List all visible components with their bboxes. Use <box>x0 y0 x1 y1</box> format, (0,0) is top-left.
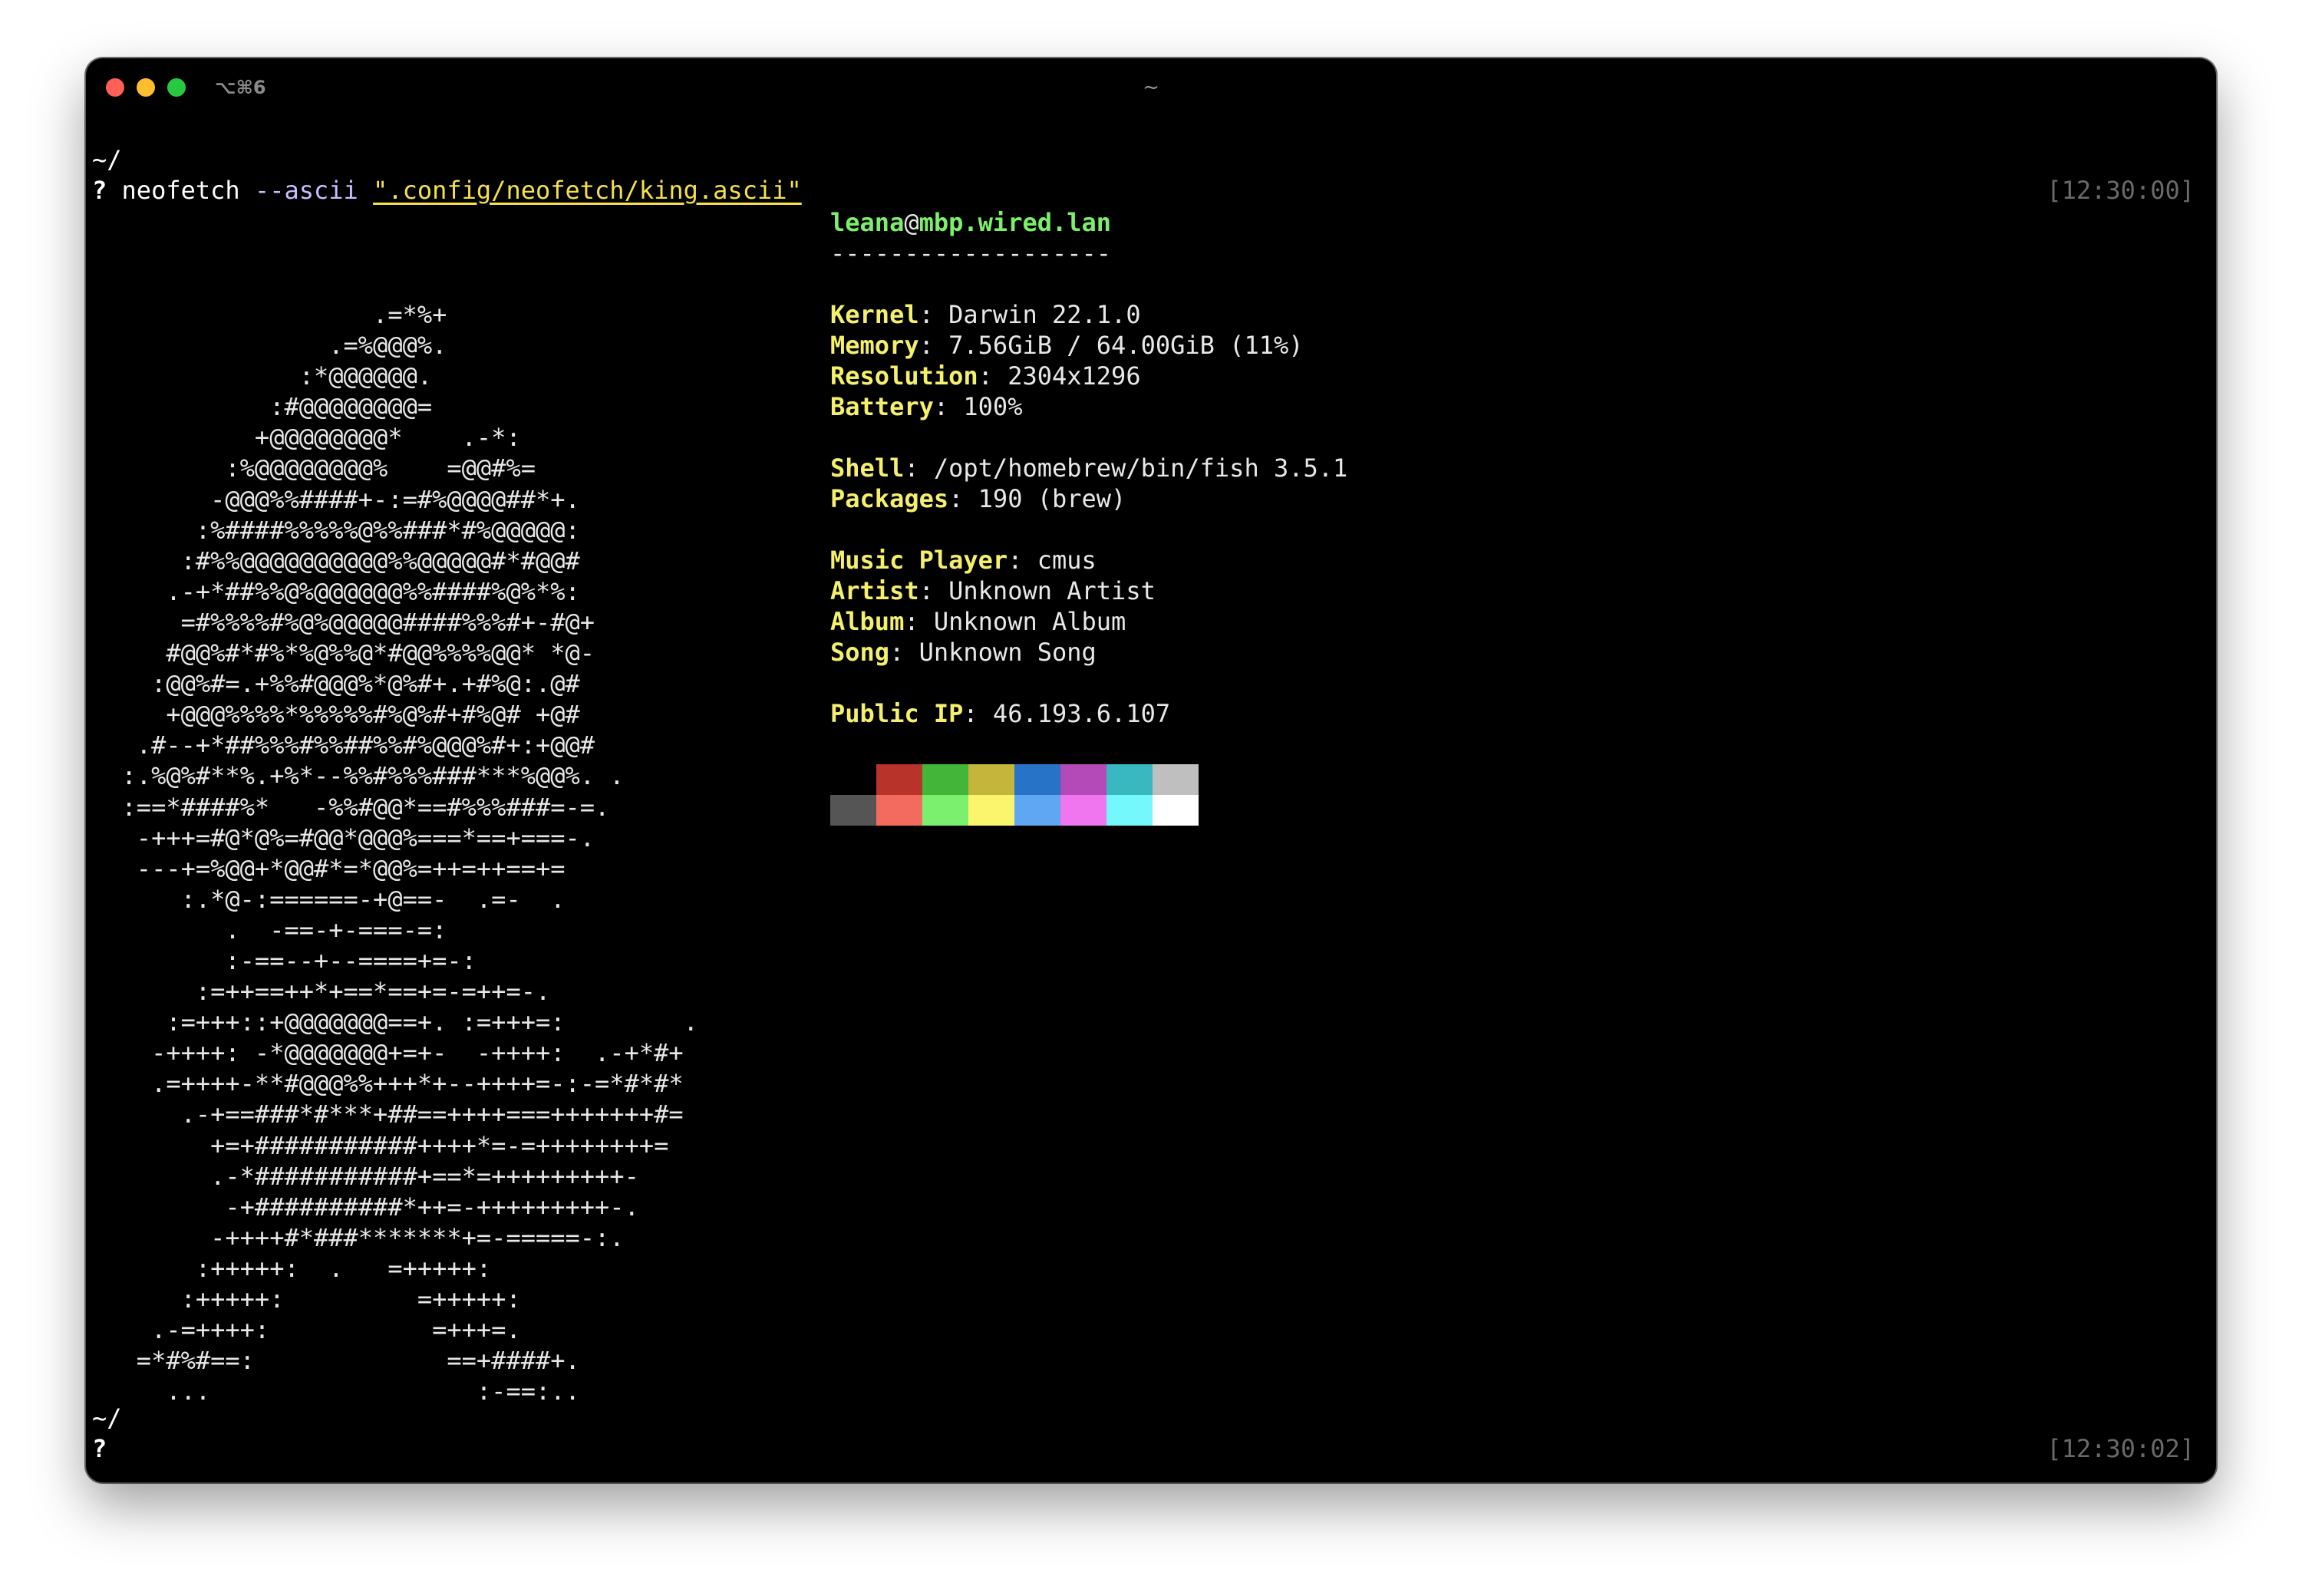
info-key: Memory <box>830 331 919 360</box>
info-key: Resolution <box>830 361 978 391</box>
info-value: : 46.193.6.107 <box>963 699 1171 728</box>
info-music-player: Music Player: cmus <box>830 545 1347 575</box>
info-key: Battery <box>830 392 934 421</box>
info-key: Artist <box>830 576 919 605</box>
color-swatch-bright-2 <box>922 795 968 826</box>
info-key: Music Player <box>830 546 1008 575</box>
user-host: leana@mbp.wired.lan <box>830 207 1347 238</box>
command-flag: --ascii <box>254 176 358 205</box>
info-value: : 7.56GiB / 64.00GiB (11%) <box>918 331 1304 360</box>
color-swatch-normal-4 <box>1014 764 1060 795</box>
info-song: Song: Unknown Song <box>830 637 1347 668</box>
info-resolution: Resolution: 2304x1296 <box>830 361 1347 391</box>
info-value: : 100% <box>933 392 1023 421</box>
command-line-1[interactable]: ? neofetch --ascii ".config/neofetch/kin… <box>92 175 802 206</box>
info-value: : cmus <box>1008 546 1097 575</box>
info-value: : 2304x1296 <box>978 361 1141 391</box>
info-public-ip: Public IP: 46.193.6.107 <box>830 698 1347 729</box>
cwd: ~/ <box>92 145 122 174</box>
color-swatch-bright-7 <box>1153 795 1199 826</box>
info-key: Shell <box>830 453 905 483</box>
cwd: ~/ <box>92 1403 122 1433</box>
color-swatch-bright-5 <box>1060 795 1106 826</box>
at-sign: @ <box>904 208 919 237</box>
separator-line: ------------------- <box>830 239 1112 268</box>
username: leana <box>830 208 905 237</box>
info-value: : 190 (brew) <box>948 484 1126 513</box>
prompt-symbol: ? <box>92 176 107 205</box>
command-line-2[interactable]: ? <box>92 1433 107 1464</box>
command-name: neofetch <box>121 176 240 205</box>
info-kernel: Kernel: Darwin 22.1.0 <box>830 299 1347 330</box>
color-swatch-bright-1 <box>876 795 922 826</box>
info-key: Public IP <box>830 699 964 728</box>
color-swatch-bright-4 <box>1014 795 1060 826</box>
timestamp-1: [12:30:00] <box>2046 176 2195 205</box>
title-bar: ⌥⌘6 ~ <box>86 58 2216 117</box>
color-swatch-bright-3 <box>968 795 1014 826</box>
color-swatch-normal-7 <box>1153 764 1199 795</box>
info-value: : Unknown Song <box>889 638 1097 667</box>
color-swatch-bright-6 <box>1106 795 1153 826</box>
info-key: Album <box>830 607 905 636</box>
info-album: Album: Unknown Album <box>830 606 1347 637</box>
color-swatch-normal-0 <box>830 764 876 795</box>
info-shell: Shell: /opt/homebrew/bin/fish 3.5.1 <box>830 453 1347 483</box>
window-title: ~ <box>1143 76 1159 99</box>
command-argument: ".config/neofetch/king.ascii" <box>373 176 802 205</box>
cwd-line-1: ~/ <box>92 144 122 175</box>
color-swatch-bright-0 <box>830 795 876 826</box>
system-info: leana@mbp.wired.lan ------------------- … <box>830 207 1347 729</box>
info-key: Packages <box>830 484 949 513</box>
info-battery: Battery: 100% <box>830 391 1347 422</box>
color-swatch-normal-3 <box>968 764 1014 795</box>
cwd-line-2: ~/ <box>92 1403 122 1433</box>
color-swatch-normal-5 <box>1060 764 1106 795</box>
info-memory: Memory: 7.56GiB / 64.00GiB (11%) <box>830 330 1347 361</box>
blank-row <box>830 269 1347 299</box>
color-swatch-normal-2 <box>922 764 968 795</box>
info-value: : /opt/homebrew/bin/fish 3.5.1 <box>904 453 1348 483</box>
terminal-window: ⌥⌘6 ~ ~/ ? neofetch --ascii ".config/neo… <box>86 58 2216 1482</box>
info-value: : Darwin 22.1.0 <box>918 300 1141 329</box>
color-palette <box>830 764 1199 826</box>
hostname: mbp.wired.lan <box>918 208 1112 237</box>
color-swatch-normal-1 <box>876 764 922 795</box>
info-packages: Packages: 190 (brew) <box>830 483 1347 514</box>
prompt-symbol: ? <box>92 1434 107 1463</box>
info-artist: Artist: Unknown Artist <box>830 575 1347 606</box>
color-swatch-normal-6 <box>1106 764 1153 795</box>
timestamp-2: [12:30:02] <box>2046 1434 2195 1463</box>
blank-row <box>830 514 1347 545</box>
info-key: Kernel <box>830 300 919 329</box>
blank-row <box>830 668 1347 698</box>
info-value: : Unknown Artist <box>918 576 1156 605</box>
blank-row <box>830 422 1347 453</box>
info-value: : Unknown Album <box>904 607 1126 636</box>
ascii-art: .=*%+ .=%@@@%. :*@@@@@@. :#@@@@@@@@= +@@… <box>121 300 698 1406</box>
info-key: Song <box>830 638 890 667</box>
